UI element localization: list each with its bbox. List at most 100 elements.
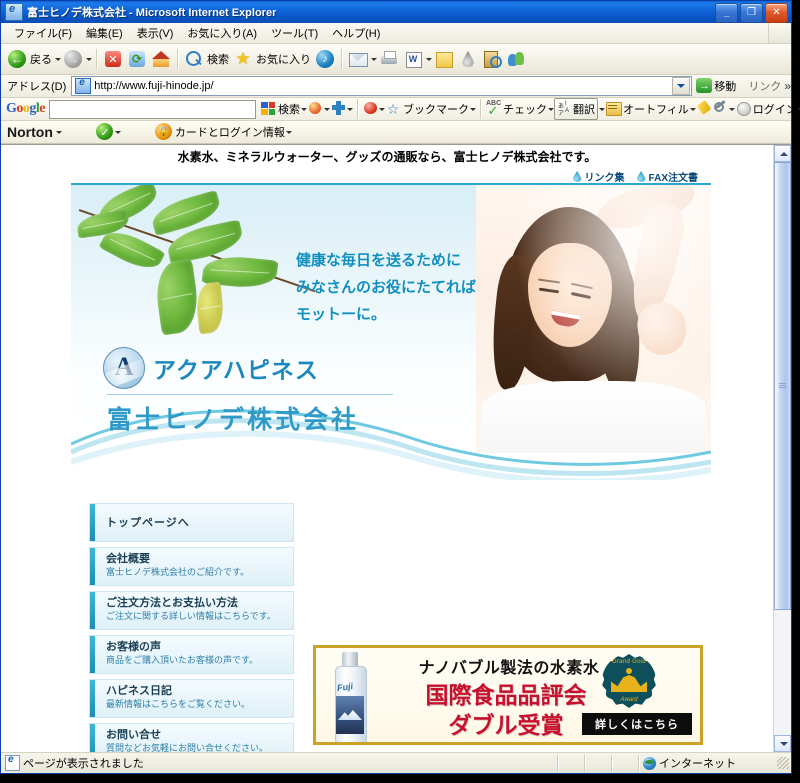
note-button[interactable]: [432, 47, 456, 71]
refresh-button[interactable]: ⟳: [125, 47, 149, 71]
sidewiki-dropdown[interactable]: [378, 99, 385, 119]
research-button[interactable]: [480, 47, 504, 71]
scroll-up-button[interactable]: [774, 145, 791, 162]
google-search-button[interactable]: 検索: [260, 99, 300, 119]
search-button[interactable]: 検索: [182, 47, 231, 71]
norton-dropdown[interactable]: [55, 122, 62, 142]
menu-item-help[interactable]: ヘルプ(H): [325, 23, 387, 43]
back-history-dropdown[interactable]: [54, 49, 61, 69]
messenger-people-icon: [506, 49, 526, 69]
autofill-dropdown[interactable]: [689, 99, 696, 119]
maximize-button[interactable]: ❐: [740, 3, 763, 23]
resize-grip[interactable]: [777, 757, 789, 769]
water-drop-icon: [636, 171, 646, 182]
toolbar-overflow-icon[interactable]: »: [784, 79, 791, 93]
scrollbar-thumb[interactable]: [774, 162, 791, 610]
address-bar: アドレス(D) http://www.fuji-hinode.jp/ → 移動 …: [1, 75, 791, 98]
close-button[interactable]: ✕: [765, 3, 788, 23]
link-fax-order[interactable]: FAX注文書: [636, 169, 698, 184]
spellcheck-dropdown[interactable]: [547, 99, 554, 119]
menu-item-view[interactable]: 表示(V): [130, 23, 181, 43]
forward-button[interactable]: →: [61, 47, 85, 71]
status-message: ページが表示されました: [23, 758, 144, 770]
spellcheck-icon: ABC ✓: [486, 100, 502, 118]
print-button[interactable]: [377, 47, 401, 71]
security-zone-cell[interactable]: インターネット: [639, 755, 777, 771]
menu-item-edit[interactable]: 編集(E): [79, 23, 130, 43]
sidebar-item-top-page-title: トップページへ: [106, 516, 190, 529]
stop-button[interactable]: ✕: [101, 47, 125, 71]
link-links-collection[interactable]: リンク集: [572, 169, 625, 184]
scrollbar-track[interactable]: [774, 162, 791, 735]
google-login-label: ログイン: [752, 104, 797, 116]
norton-status-button[interactable]: ✓: [95, 122, 114, 142]
banner-cta-label: 詳しくはこちら: [595, 718, 679, 731]
sidebar-item-customer-voice-title: お客様の声: [106, 640, 161, 653]
award-banner[interactable]: Fuji ナノバブル製法の水素水 国際食品品評会 ダブル受賞 Grand Gol…: [313, 645, 703, 745]
messenger-button[interactable]: [504, 47, 528, 71]
scroll-down-button[interactable]: [774, 735, 791, 752]
go-button[interactable]: → 移動: [692, 76, 740, 96]
links-label[interactable]: リンク: [748, 78, 781, 94]
google-search-dropdown[interactable]: [300, 99, 307, 119]
norton-card-dropdown[interactable]: [285, 122, 292, 142]
site-logo[interactable]: アクアハピネス 富士ヒノデ株式会社: [103, 347, 393, 436]
menu-item-tools[interactable]: ツール(T): [264, 23, 325, 43]
go-label: 移動: [714, 81, 737, 93]
settings-button[interactable]: [712, 99, 728, 119]
google-search-input[interactable]: [49, 99, 256, 119]
google-login-button[interactable]: ログイン: [735, 99, 797, 119]
address-dropdown-icon[interactable]: [672, 77, 691, 95]
settings-dropdown[interactable]: [728, 99, 735, 119]
wrench-icon: [712, 99, 728, 119]
bookmark-dropdown[interactable]: [469, 99, 476, 119]
status-message-cell: ページが表示されました: [1, 754, 557, 771]
translate-button[interactable]: あ I ア A 翻訳: [554, 98, 598, 120]
edit-button[interactable]: W: [401, 47, 425, 71]
menu-item-favorites[interactable]: お気に入り(A): [180, 23, 264, 43]
ink-button[interactable]: [456, 47, 480, 71]
translate-icon: あ I ア A: [558, 101, 570, 117]
menu-item-file[interactable]: ファイル(F): [7, 23, 79, 43]
search-label: 検索: [207, 54, 229, 66]
highlighter-icon: [696, 99, 712, 119]
favorites-button[interactable]: ★ お気に入り: [231, 47, 313, 71]
sidebar-item-top-page[interactable]: トップページへ: [89, 503, 294, 542]
bookmark-button[interactable]: ☆ ブックマーク: [385, 99, 469, 119]
minimize-button[interactable]: _: [715, 3, 738, 23]
seal-bottom-text: Award: [620, 697, 638, 703]
google-add-button[interactable]: [330, 99, 346, 119]
google-search-label: 検索: [278, 104, 300, 116]
highlight-button[interactable]: [696, 99, 712, 119]
link-fax-order-label: FAX注文書: [648, 173, 698, 184]
edit-dropdown[interactable]: [425, 49, 432, 69]
printer-icon: [379, 49, 399, 69]
sidebar-item-customer-voice[interactable]: お客様の声 商品をご購入頂いたお客様の声です。: [89, 635, 294, 674]
translate-dropdown[interactable]: [598, 99, 605, 119]
back-button[interactable]: ← 戻る: [5, 47, 54, 71]
forward-history-dropdown[interactable]: [85, 49, 92, 69]
norton-status-dropdown[interactable]: [114, 122, 121, 142]
banner-cta-button[interactable]: 詳しくはこちら: [582, 713, 692, 735]
sidebar-item-order-payment[interactable]: ご注文方法とお支払い方法 ご注文に関する詳しい情報はこちらです。: [89, 591, 294, 630]
mail-button[interactable]: [346, 47, 370, 71]
sidebar-item-contact[interactable]: お問い合せ 質問などお気軽にお問い合せください。: [89, 723, 294, 752]
media-button[interactable]: ♪: [313, 47, 337, 71]
pagerank-dropdown[interactable]: [323, 99, 330, 119]
autofill-button[interactable]: オートフィル: [605, 99, 689, 119]
mail-dropdown[interactable]: [370, 49, 377, 69]
vertical-scrollbar[interactable]: [773, 145, 791, 752]
google-add-dropdown[interactable]: [346, 99, 353, 119]
sidebar-item-happiness-diary[interactable]: ハピネス日記 最新情報はこちらをご覧ください。: [89, 679, 294, 718]
sidewiki-button[interactable]: [362, 99, 378, 119]
page-icon: [5, 754, 20, 771]
address-input[interactable]: http://www.fuji-hinode.jp/: [71, 76, 693, 96]
norton-card-login-button[interactable]: 🔒 カードとログイン情報: [154, 122, 285, 142]
water-drop-icon: [572, 171, 582, 182]
page-viewport: 水素水、ミネラルウォーター、グッズの通販なら、富士ヒノデ株式会社です。 リンク集…: [1, 144, 791, 752]
google-pagerank-button[interactable]: [307, 99, 323, 119]
home-button[interactable]: [149, 47, 173, 71]
sidebar-item-company[interactable]: 会社概要 富士ヒノデ株式会社のご紹介です。: [89, 547, 294, 586]
spellcheck-button[interactable]: ABC ✓ チェック: [485, 99, 547, 119]
norton-logo: Norton: [7, 124, 53, 140]
